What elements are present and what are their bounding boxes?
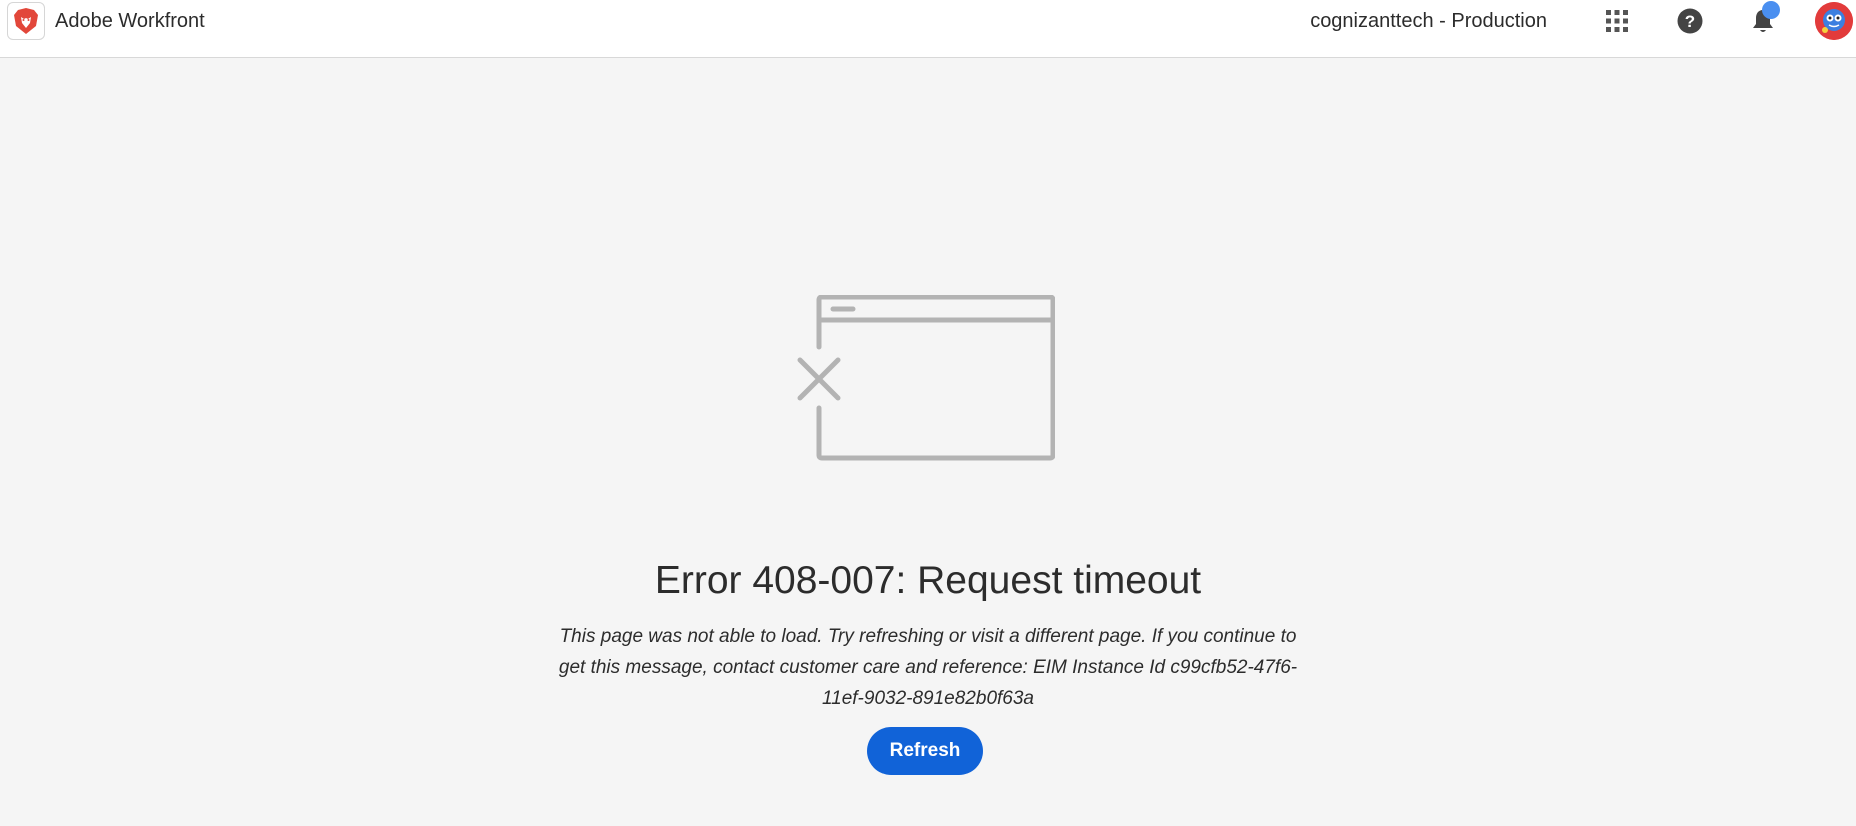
brand[interactable]: Adobe Workfront <box>7 2 205 40</box>
svg-text:?: ? <box>1685 12 1695 31</box>
app-name: Adobe Workfront <box>55 9 205 32</box>
help-icon[interactable]: ? <box>1670 1 1710 41</box>
header-right-group: cognizanttech - Production ? <box>1310 0 1856 42</box>
error-title: Error 408-007: Request timeout <box>654 559 1202 602</box>
brave-lion-logo-icon[interactable] <box>7 2 45 40</box>
notification-unread-dot <box>1762 1 1780 19</box>
refresh-button[interactable]: Refresh <box>867 727 983 775</box>
user-avatar <box>1815 2 1853 40</box>
apps-grid-icon[interactable] <box>1597 1 1637 41</box>
notification-bell-icon[interactable] <box>1743 1 1783 41</box>
main-content: Error 408-007: Request timeout This page… <box>0 58 1856 826</box>
instance-name: cognizanttech - Production <box>1310 9 1547 32</box>
top-navigation-bar: Adobe Workfront cognizanttech - Producti… <box>0 0 1856 58</box>
broken-window-icon <box>795 294 1056 470</box>
avatar-button[interactable] <box>1815 1 1856 41</box>
error-message: This page was not able to load. Try refr… <box>558 626 1298 709</box>
